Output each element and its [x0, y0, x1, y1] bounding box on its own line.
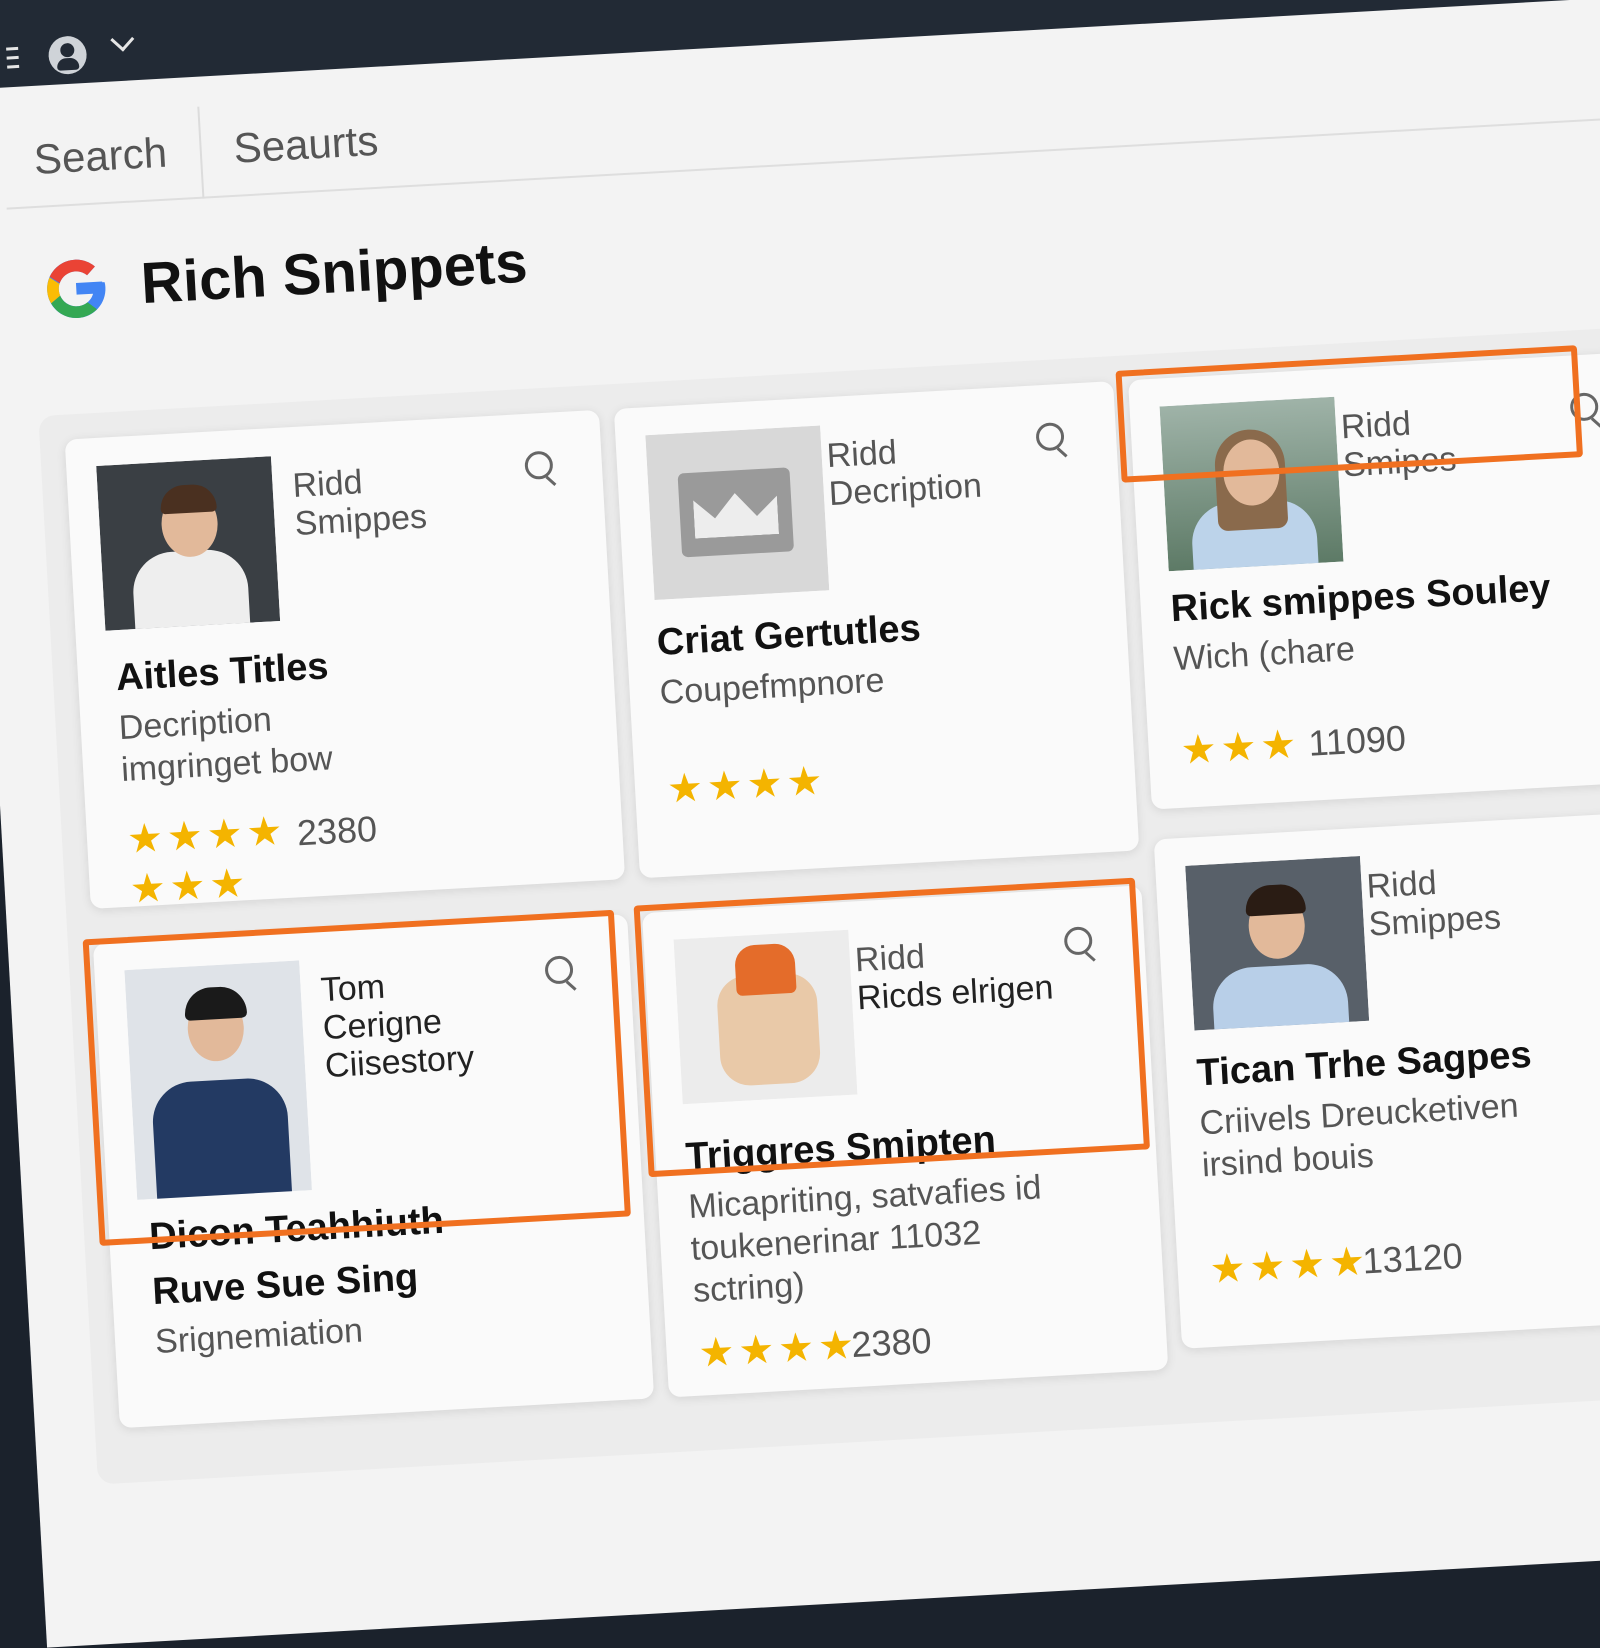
search-icon[interactable] — [1569, 392, 1599, 422]
snippet-desc: Srignemiation — [154, 1311, 364, 1362]
tab-seaurts[interactable]: Seaurts — [232, 117, 379, 173]
snippet-title[interactable]: Rick smippes Souley — [1170, 567, 1552, 631]
chef-photo — [96, 456, 281, 631]
snippet-source-sub: Smippes — [293, 497, 428, 543]
tab-search[interactable]: Search — [33, 129, 169, 184]
snippet-source-sub: Decription — [827, 466, 983, 514]
snippet-desc: Wich (chare — [1172, 630, 1356, 679]
snippet-title[interactable]: Dicon Teahhiuth — [148, 1200, 445, 1259]
rating-stars: ★★★ — [1179, 722, 1302, 773]
review-count: 2380 — [850, 1319, 933, 1366]
image-icon — [677, 467, 795, 558]
user-avatar-icon[interactable] — [47, 35, 88, 76]
snippet-card[interactable]: Ridd Ricds elrigen Triggres Smipten Mica… — [633, 877, 1169, 1398]
chevron-down-icon[interactable] — [110, 27, 135, 52]
rating-stars: ★★★★ — [665, 758, 828, 812]
review-count: 13120 — [1361, 1234, 1464, 1282]
product-photo — [673, 929, 858, 1105]
snippet-source: Ridd — [1339, 404, 1412, 447]
snippet-card[interactable]: Ridd Smippes Aitles Titles Decription im… — [64, 409, 626, 912]
rating-stars: ★★★★ — [125, 808, 288, 862]
snippet-card[interactable]: Ridd Decription Criat Gertutles Coupefmp… — [613, 381, 1140, 879]
search-icon[interactable] — [1035, 421, 1065, 452]
snippet-title[interactable]: Criat Gertutles — [656, 607, 922, 665]
snippet-source-sub-2: Ciisestory — [323, 1038, 476, 1086]
snippet-card[interactable]: Tom Cerigne Ciisestory Dicon Teahhiuth R… — [82, 909, 655, 1429]
rating-stars: ★★★★ — [697, 1322, 860, 1376]
woman-photo — [1159, 396, 1344, 572]
tab-divider — [197, 106, 205, 199]
snippet-card[interactable]: Ridd Smipes Rick smippes Souley Wich (ch… — [1115, 345, 1600, 810]
craftsman-photo — [124, 960, 312, 1200]
review-count: 2380 — [295, 807, 379, 854]
rating-stars-2: ★★★ — [128, 861, 251, 912]
snippet-desc: Coupefmpnore — [658, 661, 886, 712]
rating-stars: ★★★★ — [1208, 1239, 1371, 1293]
app-window: Search Seaurts Rich Snippets Ridd Smippe… — [0, 0, 1600, 1648]
google-logo-icon — [47, 259, 106, 318]
menu-icon[interactable] — [6, 46, 20, 70]
review-count: 11090 — [1307, 717, 1407, 764]
snippet-source-sub: Smippes — [1367, 898, 1502, 944]
search-icon[interactable] — [544, 955, 574, 985]
snippet-source-sub: Smipes — [1342, 440, 1458, 485]
snippet-title[interactable]: Triggres Smipten — [685, 1119, 997, 1179]
snippet-title[interactable]: Aitles Titles — [115, 645, 330, 700]
search-icon[interactable] — [524, 450, 554, 481]
snippet-subtitle: Ruve Sue Sing — [151, 1256, 420, 1314]
search-icon[interactable] — [1063, 926, 1094, 956]
page-title: Rich Snippets — [139, 229, 530, 317]
man-photo — [1185, 856, 1370, 1031]
image-placeholder — [645, 425, 830, 601]
snippet-card[interactable]: Ridd Smippes Tican Trhe Sagpes Criivels … — [1153, 810, 1600, 1349]
